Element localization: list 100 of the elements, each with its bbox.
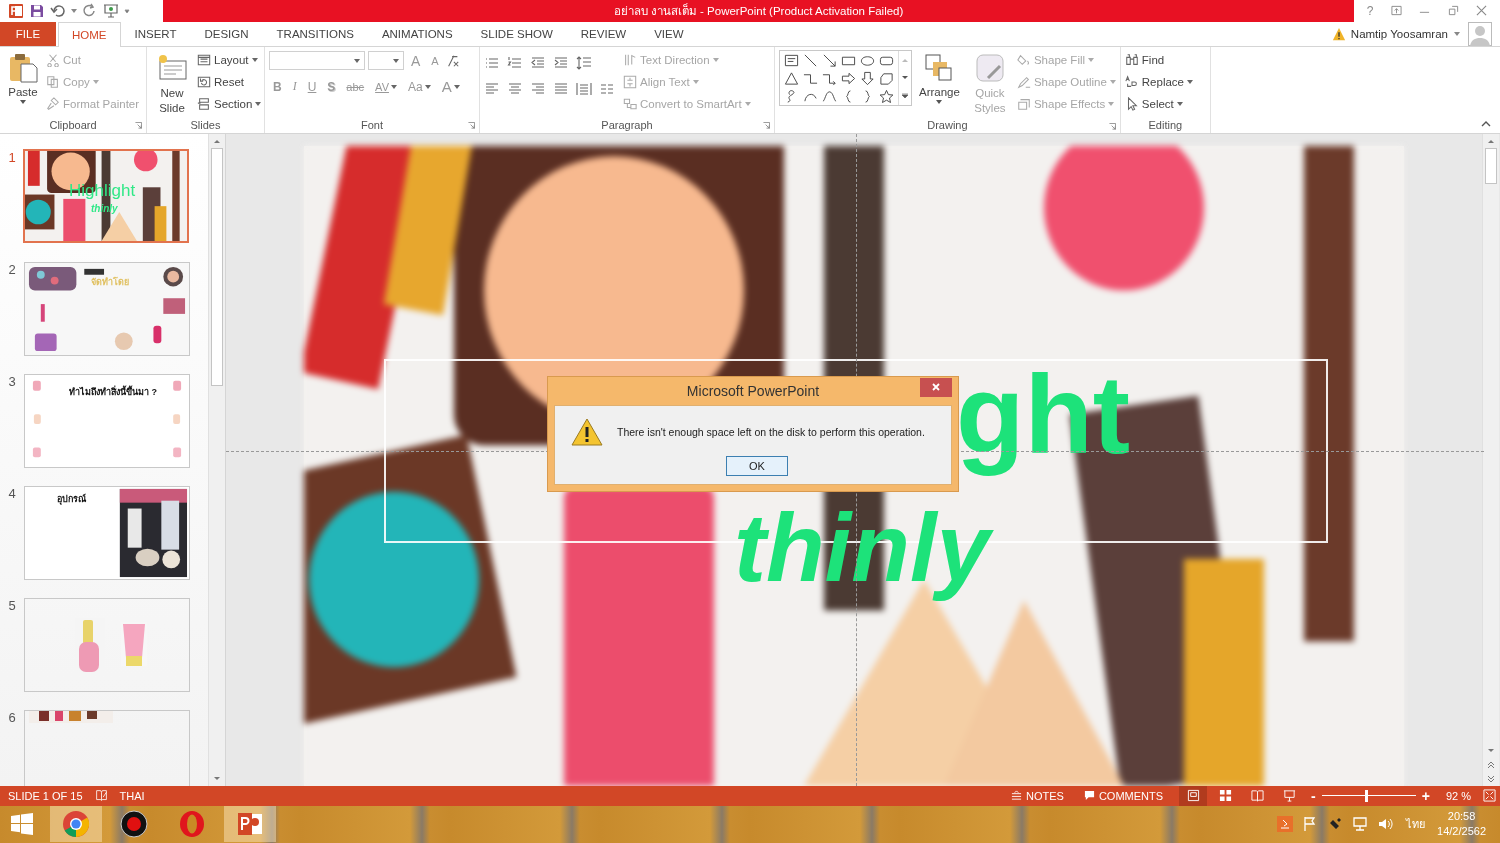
redo-icon[interactable] [82, 2, 98, 19]
align-left-icon[interactable] [484, 80, 500, 97]
network-icon[interactable] [1352, 816, 1369, 833]
warning-icon[interactable] [1331, 26, 1346, 41]
account-name[interactable]: Namtip Yoosamran [1350, 27, 1448, 40]
customize-caret-icon[interactable] [124, 8, 130, 13]
quick-styles-button[interactable]: Quick Styles [966, 49, 1013, 118]
shapes-gallery[interactable] [779, 49, 912, 106]
format-button[interactable]: B [269, 76, 286, 97]
ribbon-tab[interactable]: DESIGN [190, 21, 263, 46]
caret-icon[interactable] [1454, 31, 1460, 36]
spell-check-icon[interactable] [94, 789, 108, 803]
flowchart-shape-icon[interactable] [879, 70, 894, 86]
slides-button[interactable]: Section [197, 93, 262, 114]
zoom-in-button[interactable]: + [1421, 787, 1430, 804]
ribbon-tab[interactable]: TRANSITIONS [262, 21, 368, 46]
ribbon-tab[interactable]: INSERT [120, 21, 191, 46]
ok-button[interactable]: OK [726, 455, 788, 476]
dialog-launcher-icon[interactable] [135, 121, 142, 129]
scroll-thumb[interactable] [1485, 147, 1497, 184]
numbering-icon[interactable] [507, 54, 523, 71]
line-icon[interactable] [803, 52, 818, 68]
format-button[interactable]: Aa [403, 76, 435, 97]
triangle-icon[interactable] [784, 70, 799, 86]
format-button[interactable]: abc [342, 76, 369, 97]
wave-icon[interactable] [822, 88, 837, 104]
indent-icon[interactable] [553, 54, 569, 71]
scrollbar[interactable] [208, 133, 225, 786]
normal-view-button[interactable] [1179, 785, 1208, 806]
close-icon[interactable] [1476, 5, 1488, 17]
slide-thumbnail[interactable]: อุปกรณ์ [24, 485, 190, 580]
format-button[interactable]: A [437, 76, 464, 97]
powerpoint-logo-icon[interactable] [8, 2, 24, 19]
align-center-icon[interactable] [507, 80, 523, 97]
distributed-icon[interactable] [576, 80, 592, 97]
ribbon-tab[interactable]: HOME [58, 21, 121, 47]
notes-button[interactable]: NOTES [1011, 789, 1064, 802]
scroll-down-icon[interactable] [213, 774, 221, 783]
justify-icon[interactable] [553, 80, 569, 97]
font-size-button[interactable]: A [427, 50, 443, 71]
format-button[interactable]: I [288, 76, 301, 97]
dialog-launcher-icon[interactable] [1108, 122, 1116, 130]
clear-formatting-icon[interactable] [445, 53, 460, 68]
editing-button[interactable]: Find [1124, 49, 1193, 70]
scroll-thumb[interactable] [211, 147, 223, 386]
ribbon-tab[interactable]: VIEW [640, 21, 698, 46]
more-icon[interactable] [901, 92, 909, 99]
dialog-launcher-icon[interactable] [763, 121, 770, 129]
star-icon[interactable] [879, 88, 894, 104]
ribbon-tab[interactable]: REVIEW [566, 21, 641, 46]
windows-logo-icon[interactable] [10, 812, 34, 837]
slide-counter[interactable]: SLIDE 1 OF 15 [8, 789, 83, 802]
ribbon-display-icon[interactable] [1390, 5, 1402, 17]
paste-button[interactable]: Paste [4, 49, 42, 106]
zoom-out-button[interactable]: - [1311, 787, 1316, 804]
scroll-down-icon[interactable] [901, 74, 909, 81]
input-language[interactable]: ไทย [1406, 815, 1426, 834]
ribbon-tab[interactable]: FILE [0, 21, 56, 46]
previous-slide-icon[interactable] [1487, 760, 1495, 769]
close-button[interactable] [920, 377, 952, 397]
powerpoint-taskbar-button[interactable] [224, 806, 276, 843]
chrome-taskbar-button[interactable] [50, 806, 102, 843]
slide-thumbnail[interactable]: ทำไมถึงทำสิ่งนี้ขึ้นมา ? [24, 373, 190, 468]
clock-date[interactable]: 14/2/2562 [1437, 824, 1486, 840]
format-button[interactable]: S [323, 76, 340, 97]
fit-to-window-icon[interactable] [1483, 789, 1496, 803]
align-right-icon[interactable] [530, 80, 546, 97]
outdent-icon[interactable] [530, 54, 546, 71]
slides-button[interactable]: Reset [197, 71, 262, 92]
scroll-down-icon[interactable] [1487, 746, 1495, 755]
arrange-button[interactable]: Arrange [916, 49, 963, 106]
arrow-line-icon[interactable] [822, 52, 837, 68]
line-spacing-icon[interactable] [576, 54, 592, 71]
font-name-field[interactable] [269, 51, 365, 71]
clock-time[interactable]: 20:58 [1447, 809, 1476, 825]
ribbon-tab[interactable]: ANIMATIONS [367, 21, 467, 46]
new-slide-button[interactable]: New Slide [151, 49, 193, 118]
slideshow-icon[interactable] [103, 2, 119, 19]
right-arrow-icon[interactable] [841, 70, 856, 86]
editing-button[interactable]: Select [1124, 93, 1193, 114]
next-slide-icon[interactable] [1487, 774, 1495, 783]
collapse-ribbon-icon[interactable] [1481, 120, 1491, 127]
caret-icon[interactable] [71, 8, 77, 13]
slide-thumbnail[interactable] [24, 597, 190, 692]
language-indicator[interactable]: THAI [119, 789, 145, 802]
help-button[interactable]: ? [1366, 3, 1374, 18]
undo-icon[interactable] [50, 2, 66, 19]
save-icon[interactable] [29, 2, 45, 19]
slides-button[interactable]: Layout [197, 49, 262, 70]
down-arrow-icon[interactable] [860, 70, 875, 86]
restore-icon[interactable] [1447, 5, 1459, 17]
editing-button[interactable]: Replace [1124, 71, 1193, 92]
font-size-field[interactable] [368, 51, 404, 71]
font-size-button[interactable]: A [407, 50, 425, 71]
scrollbar[interactable] [1482, 133, 1499, 786]
format-button[interactable]: AV [371, 76, 401, 97]
zoom-level[interactable]: 92 % [1445, 789, 1471, 802]
zoom-thumb[interactable] [1364, 789, 1368, 802]
format-button[interactable]: U [303, 76, 321, 97]
text-box-icon[interactable] [784, 52, 799, 68]
